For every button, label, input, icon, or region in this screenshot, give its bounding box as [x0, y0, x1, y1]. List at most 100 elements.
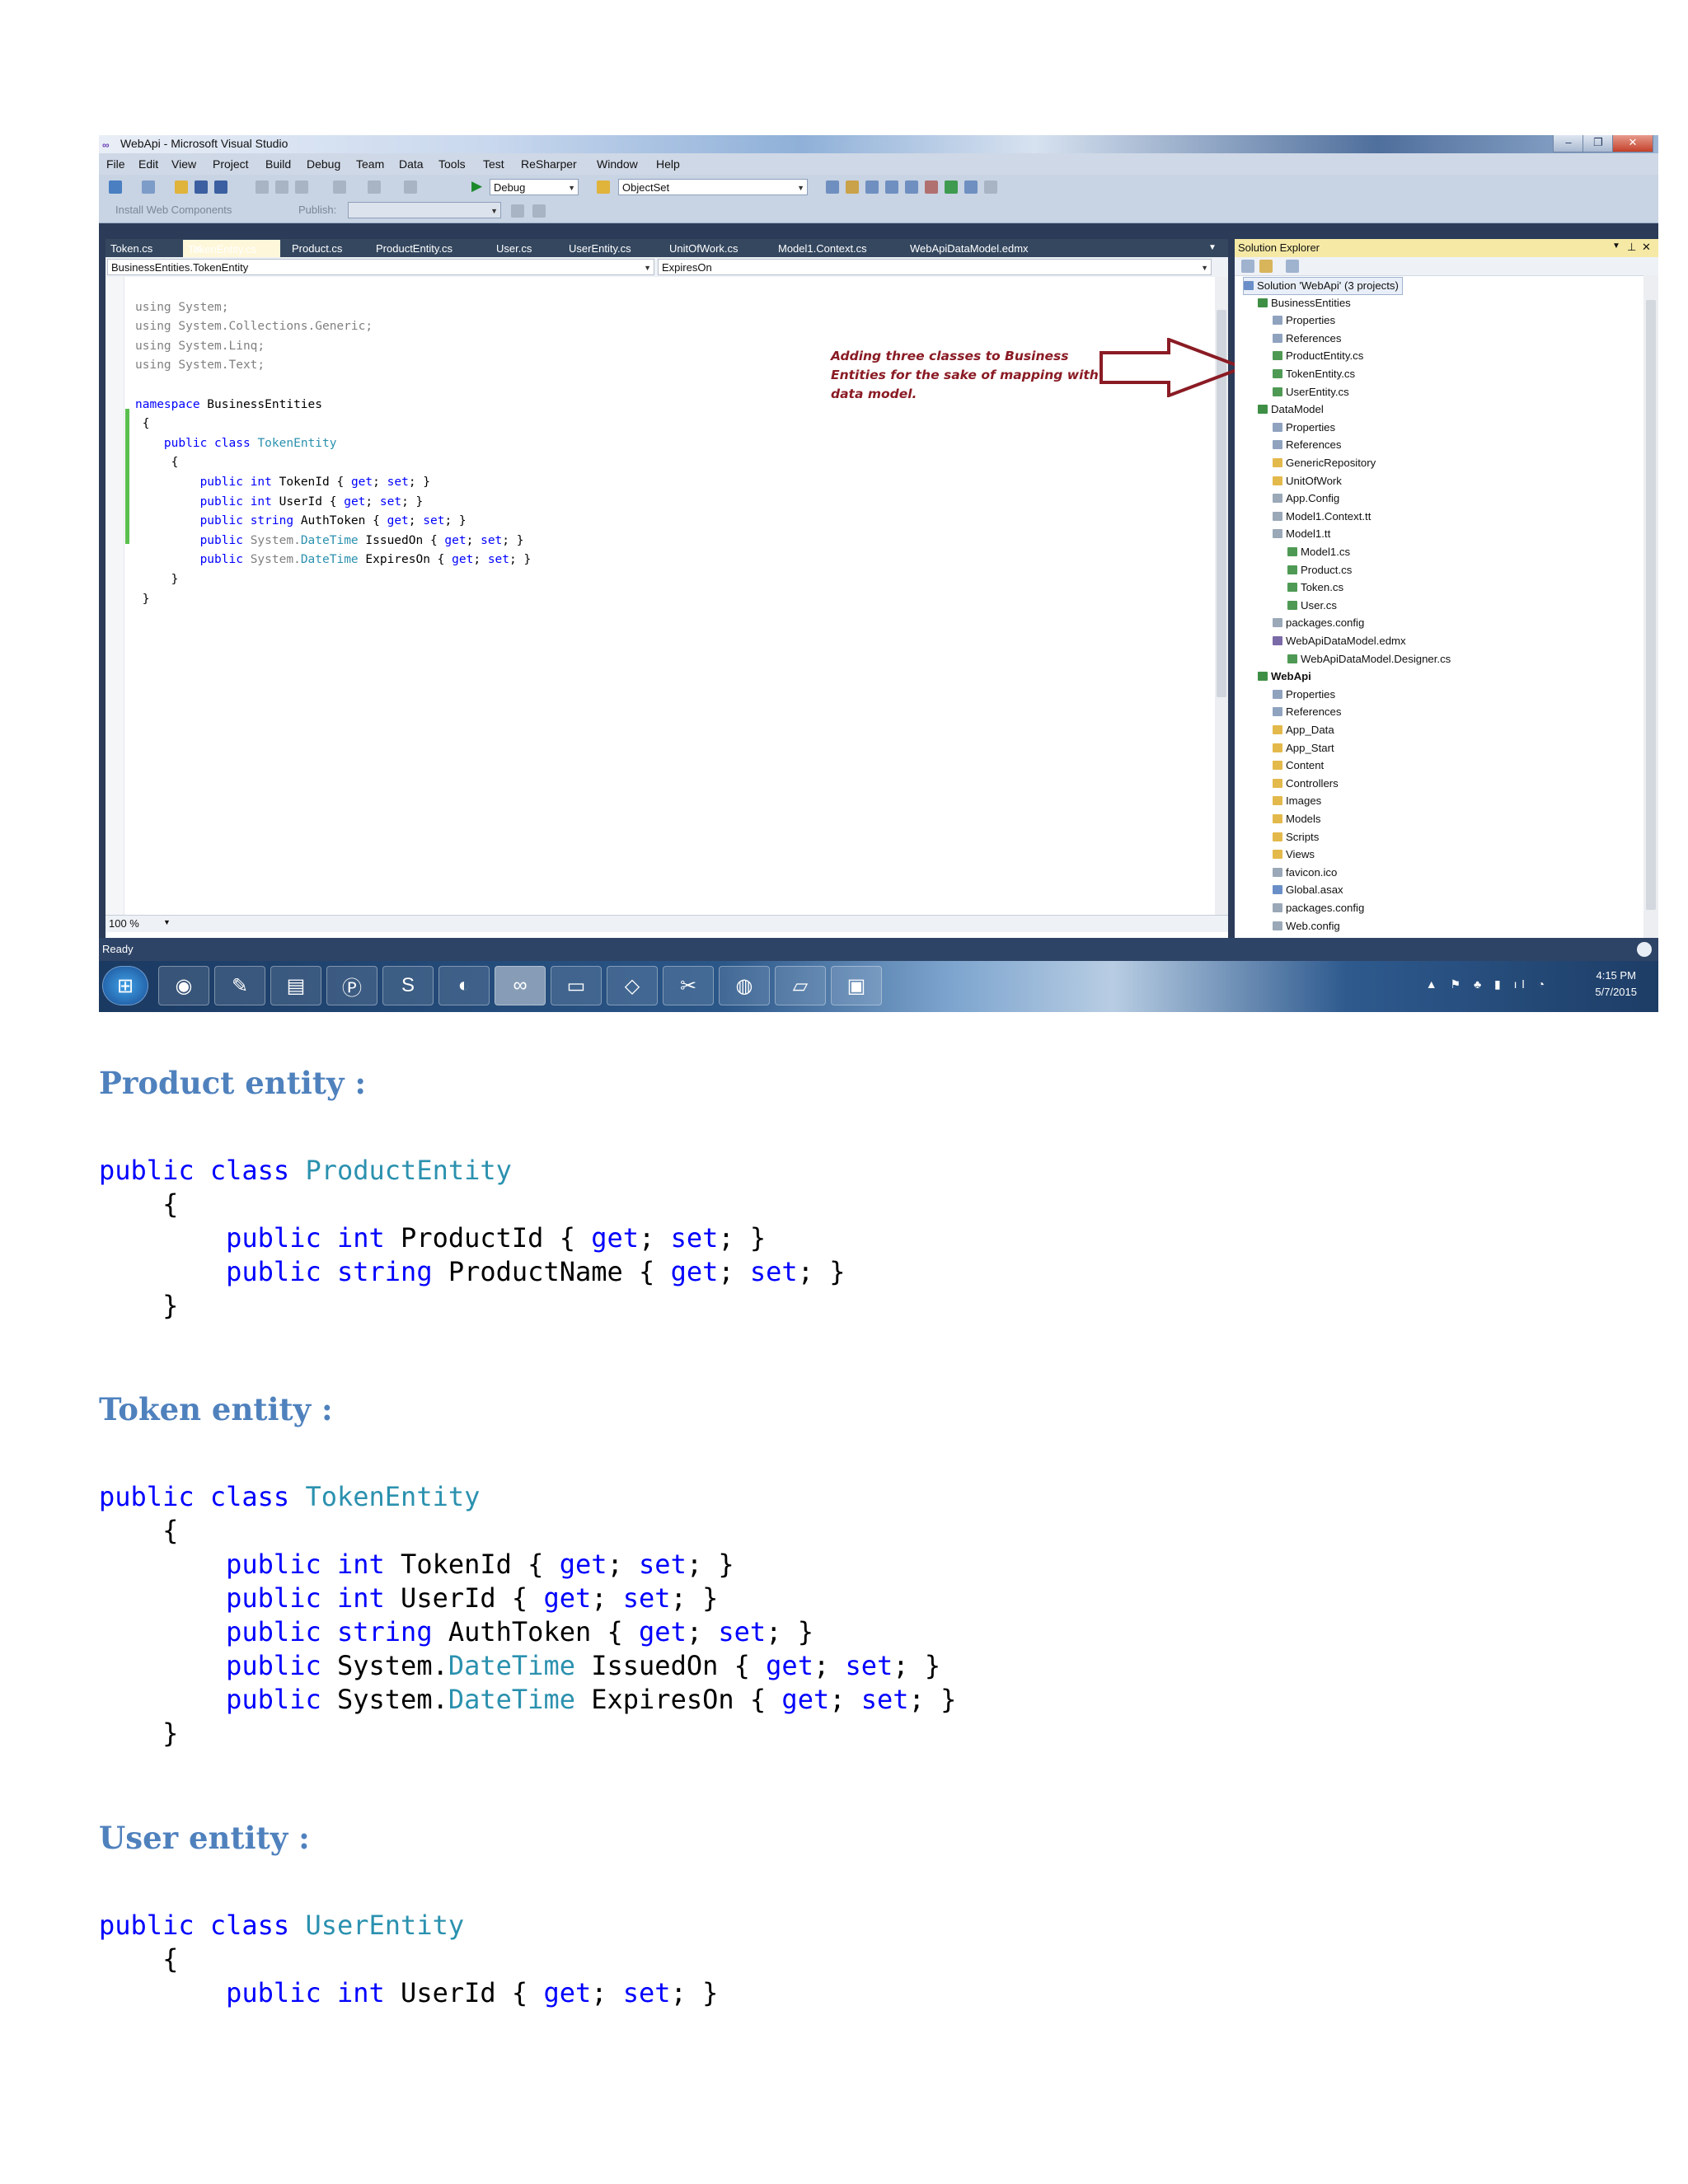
- menu-team[interactable]: Team: [356, 157, 384, 171]
- solution-explorer-icon[interactable]: [826, 180, 839, 194]
- properties-icon[interactable]: [846, 180, 859, 194]
- solution-tree-item[interactable]: Content: [1273, 757, 1324, 774]
- solution-explorer-scroll-thumb[interactable]: [1646, 300, 1656, 910]
- skype-icon[interactable]: S: [382, 966, 434, 1005]
- solution-tree-item[interactable]: WebApiDataModel.edmx: [1273, 633, 1406, 649]
- solution-tree-item[interactable]: Model1.tt: [1273, 526, 1330, 542]
- menu-resharper[interactable]: ReSharper: [521, 157, 577, 171]
- editor-app-icon[interactable]: ▱: [775, 966, 826, 1005]
- solution-tree-item[interactable]: Solution 'WebApi' (3 projects): [1243, 277, 1403, 295]
- show-all-files-icon[interactable]: [1259, 260, 1273, 273]
- menu-window[interactable]: Window: [597, 157, 638, 171]
- solution-tree-item[interactable]: GenericRepository: [1273, 455, 1376, 471]
- redo-icon[interactable]: [368, 180, 381, 194]
- solution-tree-item[interactable]: BusinessEntities: [1258, 295, 1351, 312]
- menu-project[interactable]: Project: [213, 157, 249, 171]
- solution-tree-item[interactable]: packages.config: [1273, 615, 1364, 631]
- notification-icon[interactable]: [1637, 942, 1652, 957]
- tools-icon[interactable]: ✂: [663, 966, 714, 1005]
- solution-tree-item[interactable]: References: [1273, 704, 1341, 720]
- solution-tree-item[interactable]: App_Start: [1273, 740, 1334, 757]
- class-view-icon[interactable]: [964, 180, 978, 194]
- team-explorer-icon[interactable]: [905, 180, 918, 194]
- install-web-components-button[interactable]: Install Web Components: [115, 204, 232, 216]
- publish-settings-icon[interactable]: [532, 204, 546, 218]
- maximize-button[interactable]: ❐: [1582, 135, 1614, 152]
- visual-studio-taskbar-icon[interactable]: ∞: [495, 966, 546, 1005]
- menu-build[interactable]: Build: [265, 157, 291, 171]
- object-combo[interactable]: ObjectSet ▼: [618, 179, 808, 195]
- solution-tree-item[interactable]: favicon.ico: [1273, 865, 1337, 881]
- menu-edit[interactable]: Edit: [138, 157, 158, 171]
- paste-icon[interactable]: [295, 180, 308, 194]
- menu-data[interactable]: Data: [399, 157, 424, 171]
- solution-tree-item[interactable]: Global.asax: [1273, 882, 1343, 898]
- solution-tree-item[interactable]: References: [1273, 437, 1341, 453]
- command-window-icon[interactable]: [984, 180, 997, 194]
- open-file-icon[interactable]: [175, 180, 188, 194]
- properties-button-icon[interactable]: [1241, 260, 1254, 273]
- solution-tree-item[interactable]: UnitOfWork: [1273, 473, 1342, 490]
- panel-close-icon[interactable]: ✕: [1642, 241, 1651, 254]
- notes-icon[interactable]: ▤: [270, 966, 321, 1005]
- solution-tree-item[interactable]: References: [1273, 330, 1341, 347]
- undo-icon[interactable]: [333, 180, 346, 194]
- close-button[interactable]: ✕: [1612, 135, 1653, 152]
- zoom-dropdown-icon[interactable]: ▼: [163, 918, 171, 926]
- menu-help[interactable]: Help: [656, 157, 680, 171]
- solution-tree-item[interactable]: Images: [1273, 793, 1321, 809]
- minimize-button[interactable]: –: [1553, 135, 1584, 152]
- add-item-icon[interactable]: [142, 180, 155, 194]
- solution-tree-item[interactable]: WebApiDataModel.Designer.cs: [1287, 651, 1451, 668]
- find-icon[interactable]: [597, 180, 610, 194]
- new-project-icon[interactable]: [109, 180, 122, 194]
- start-debugging-icon[interactable]: ▶: [471, 178, 482, 194]
- tab-userentity-cs[interactable]: UserEntity.cs: [569, 242, 631, 255]
- solution-tree-item[interactable]: Model1.cs: [1287, 544, 1350, 560]
- publish-web-icon[interactable]: [511, 204, 524, 218]
- save-icon[interactable]: [195, 180, 208, 194]
- solution-tree-item[interactable]: ProductEntity.cs: [1273, 348, 1363, 364]
- server-explorer-icon[interactable]: [945, 180, 958, 194]
- solution-tree-item[interactable]: WebApi: [1258, 668, 1311, 685]
- solution-tree-item[interactable]: App_Data: [1273, 722, 1334, 738]
- panel-menu-icon[interactable]: ▼: [1612, 241, 1620, 251]
- start-button-icon[interactable]: ⊞: [102, 966, 148, 1005]
- close-tab-icon[interactable]: ✕: [193, 243, 202, 256]
- menu-debug[interactable]: Debug: [307, 157, 340, 171]
- tab-user-cs[interactable]: User.cs: [496, 242, 532, 255]
- type-dropdown[interactable]: BusinessEntities.TokenEntity ▼: [107, 259, 654, 275]
- solution-tree-item[interactable]: Model1.Context.tt: [1273, 509, 1371, 525]
- object-browser-icon[interactable]: [865, 180, 879, 194]
- tab-overflow-icon[interactable]: ▼: [1208, 243, 1217, 252]
- tab-productentity-cs[interactable]: ProductEntity.cs: [376, 242, 452, 255]
- solution-tree-item[interactable]: UserEntity.cs: [1273, 384, 1349, 401]
- tab-unitofwork-cs[interactable]: UnitOfWork.cs: [669, 242, 738, 255]
- solution-tree-item[interactable]: Scripts: [1273, 829, 1319, 846]
- solution-tree-item[interactable]: Token.cs: [1287, 579, 1343, 596]
- toolbox-icon[interactable]: [885, 180, 898, 194]
- solution-tree-item[interactable]: DataModel: [1258, 401, 1324, 418]
- tab-webapidatamodel-edmx[interactable]: WebApiDataModel.edmx: [910, 242, 1029, 255]
- solution-tree-item[interactable]: Models: [1273, 811, 1321, 827]
- database-tool-icon[interactable]: ◇: [607, 966, 658, 1005]
- solution-tree-item[interactable]: Views: [1273, 846, 1315, 863]
- app-p-icon[interactable]: Ⓟ: [326, 966, 377, 1005]
- solution-tree-item[interactable]: Controllers: [1273, 776, 1339, 792]
- solution-tree-item[interactable]: App.Config: [1273, 490, 1339, 507]
- paint-icon[interactable]: ✎: [214, 966, 265, 1005]
- tab-product-cs[interactable]: Product.cs: [292, 242, 342, 255]
- remote-desktop-icon[interactable]: ▣: [831, 966, 882, 1005]
- chrome-icon[interactable]: ◉: [158, 966, 209, 1005]
- pin-icon[interactable]: ⊥: [1627, 241, 1636, 254]
- menu-view[interactable]: View: [171, 157, 196, 171]
- solution-tree-item[interactable]: Web.config: [1273, 918, 1340, 935]
- solution-tree-item[interactable]: TokenEntity.cs: [1273, 366, 1355, 382]
- solution-tree-item[interactable]: Properties: [1273, 687, 1335, 703]
- solution-tree-item[interactable]: User.cs: [1287, 598, 1337, 614]
- firefox-icon[interactable]: ◐: [438, 966, 490, 1005]
- solution-tree-item[interactable]: packages.config: [1273, 900, 1364, 916]
- extension-manager-icon[interactable]: [925, 180, 938, 194]
- solution-explorer-scrollbar[interactable]: [1643, 275, 1658, 938]
- solution-tree-item[interactable]: Properties: [1273, 419, 1335, 436]
